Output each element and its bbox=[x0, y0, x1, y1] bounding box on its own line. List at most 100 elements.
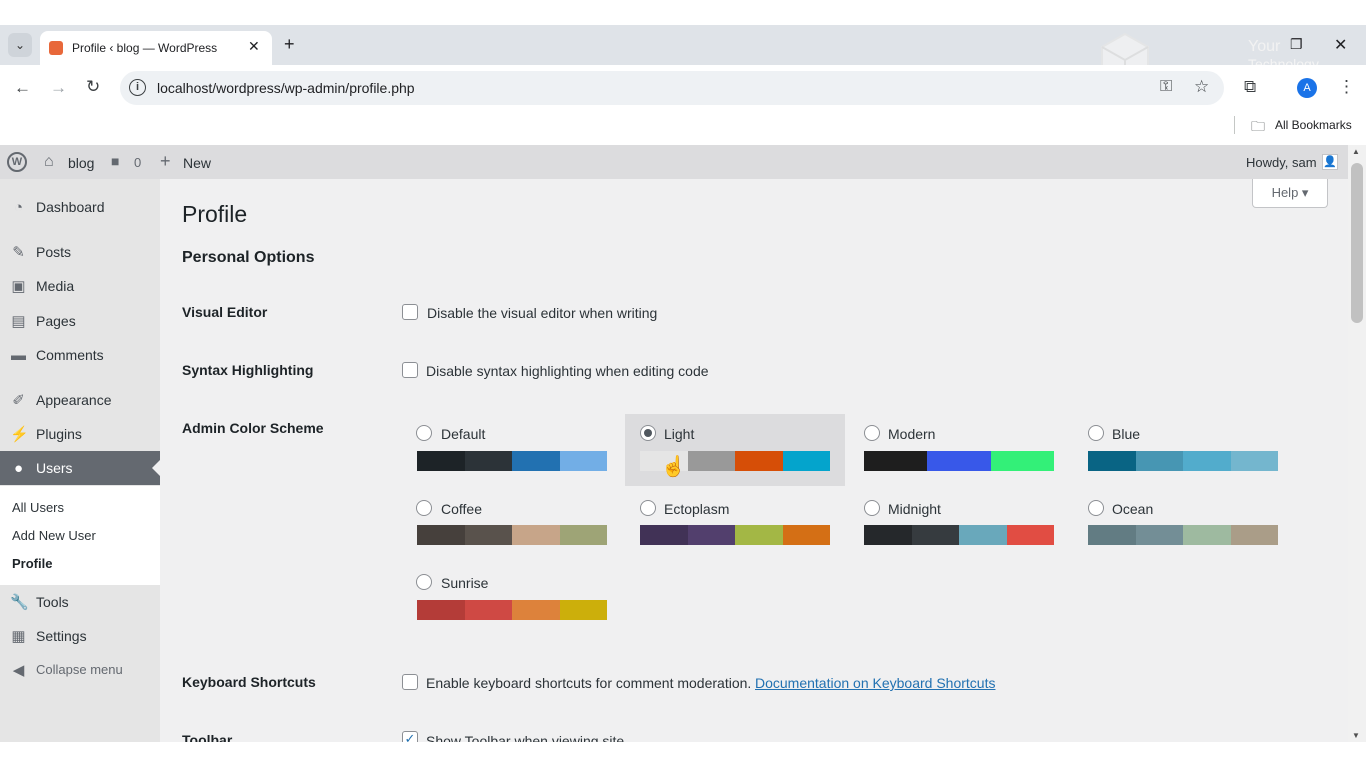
swatch bbox=[927, 451, 991, 471]
scheme-radio-coffee[interactable] bbox=[416, 500, 432, 516]
sidebar-item-label: Media bbox=[36, 278, 75, 294]
sidebar-item-media[interactable]: ▣ Media bbox=[0, 269, 160, 303]
sidebar-item-label: Users bbox=[36, 460, 73, 476]
site-name-link[interactable]: blog bbox=[68, 155, 94, 171]
window-top-strip bbox=[0, 0, 1366, 25]
swatch bbox=[559, 451, 607, 471]
scheme-radio-modern[interactable] bbox=[864, 425, 880, 441]
scheme-radio-default[interactable] bbox=[416, 425, 432, 441]
scheme-swatches-coffee[interactable] bbox=[417, 525, 607, 545]
keyboard-shortcuts-checkbox[interactable] bbox=[402, 674, 418, 690]
sidebar-item-label: Pages bbox=[36, 313, 76, 329]
scheme-name-light[interactable]: Light bbox=[664, 426, 694, 442]
sidebar-item-posts[interactable]: ✎ Posts bbox=[0, 235, 160, 269]
new-tab-button[interactable]: + bbox=[284, 34, 295, 55]
password-key-icon[interactable]: ⚿ bbox=[1160, 78, 1172, 96]
scheme-swatches-ocean[interactable] bbox=[1088, 525, 1278, 545]
tab-profile[interactable]: Profile ‹ blog — WordPress ✕ bbox=[40, 31, 272, 65]
scheme-swatches-default[interactable] bbox=[417, 451, 607, 471]
extensions-icon[interactable]: ⧉ bbox=[1244, 77, 1256, 97]
sidebar-item-appearance[interactable]: ✐ Appearance bbox=[0, 383, 160, 417]
scheme-name-sunrise[interactable]: Sunrise bbox=[441, 575, 488, 591]
scheme-radio-sunrise[interactable] bbox=[416, 574, 432, 590]
sidebar-item-plugins[interactable]: ⚡ Plugins bbox=[0, 417, 160, 451]
visual-editor-text[interactable]: Disable the visual editor when writing bbox=[427, 305, 657, 321]
address-bar[interactable]: i localhost/wordpress/wp-admin/profile.p… bbox=[120, 71, 1224, 105]
site-info-icon[interactable]: i bbox=[129, 79, 146, 96]
swatch bbox=[559, 525, 607, 545]
close-window-icon[interactable]: ✕ bbox=[1334, 35, 1347, 55]
keyboard-shortcuts-text[interactable]: Enable keyboard shortcuts for comment mo… bbox=[426, 675, 751, 691]
syntax-highlighting-checkbox[interactable] bbox=[402, 362, 418, 378]
wordpress-logo-icon[interactable]: W bbox=[7, 152, 27, 172]
scheme-name-modern[interactable]: Modern bbox=[888, 426, 935, 442]
scheme-radio-blue[interactable] bbox=[1088, 425, 1104, 441]
swatch bbox=[559, 600, 607, 620]
selected-scheme-highlight bbox=[625, 414, 845, 486]
reload-icon[interactable]: ↻ bbox=[86, 77, 100, 97]
home-icon[interactable]: ⌂ bbox=[44, 153, 54, 171]
scheme-name-ocean[interactable]: Ocean bbox=[1112, 501, 1153, 517]
comments-bubble-icon[interactable]: ■ bbox=[111, 153, 119, 169]
help-button[interactable]: Help ▾ bbox=[1252, 179, 1328, 208]
browser-menu-icon[interactable]: ⋮ bbox=[1338, 77, 1355, 97]
scheme-radio-ocean[interactable] bbox=[1088, 500, 1104, 516]
sidebar-item-label: Settings bbox=[36, 628, 87, 644]
submenu-add-new-user[interactable]: Add New User bbox=[12, 528, 96, 543]
back-icon[interactable]: ← bbox=[14, 78, 31, 98]
scheme-name-ectoplasm[interactable]: Ectoplasm bbox=[664, 501, 729, 517]
visual-editor-checkbox[interactable] bbox=[402, 304, 418, 320]
sidebar-item-comments[interactable]: ▬ Comments bbox=[0, 338, 160, 372]
scheme-swatches-ectoplasm[interactable] bbox=[640, 525, 830, 545]
scheme-radio-ectoplasm[interactable] bbox=[640, 500, 656, 516]
swatch bbox=[782, 525, 830, 545]
sidebar-item-users[interactable]: ● Users bbox=[0, 451, 160, 485]
new-content-link[interactable]: New bbox=[183, 155, 211, 171]
swatch bbox=[640, 525, 688, 545]
user-avatar[interactable]: 👤 bbox=[1322, 154, 1338, 170]
swatch bbox=[464, 600, 512, 620]
scroll-up-icon[interactable]: ▲ bbox=[1352, 147, 1360, 156]
scheme-name-coffee[interactable]: Coffee bbox=[441, 501, 482, 517]
keyboard-shortcuts-doc-link[interactable]: Documentation on Keyboard Shortcuts bbox=[755, 675, 995, 691]
syntax-highlighting-text[interactable]: Disable syntax highlighting when editing… bbox=[426, 363, 709, 379]
comments-count[interactable]: 0 bbox=[134, 155, 141, 170]
scheme-swatches-midnight[interactable] bbox=[864, 525, 1054, 545]
tab-close-icon[interactable]: ✕ bbox=[248, 38, 260, 55]
settings-icon: ▦ bbox=[11, 628, 26, 645]
swatch bbox=[990, 451, 1054, 471]
scheme-name-midnight[interactable]: Midnight bbox=[888, 501, 941, 517]
howdy-user-link[interactable]: Howdy, sam bbox=[1246, 155, 1317, 170]
sidebar-collapse-menu[interactable]: ◀ Collapse menu bbox=[0, 653, 160, 687]
submenu-profile[interactable]: Profile bbox=[12, 556, 52, 571]
swatch bbox=[512, 525, 560, 545]
scheme-name-default[interactable]: Default bbox=[441, 426, 485, 442]
sidebar-item-pages[interactable]: ▤ Pages bbox=[0, 304, 160, 338]
sidebar-item-settings[interactable]: ▦ Settings bbox=[0, 619, 160, 653]
url-text[interactable]: localhost/wordpress/wp-admin/profile.php bbox=[157, 80, 415, 96]
forward-icon[interactable]: → bbox=[50, 78, 67, 98]
all-bookmarks-link[interactable]: All Bookmarks bbox=[1275, 118, 1352, 132]
scheme-swatches-blue[interactable] bbox=[1088, 451, 1278, 471]
scheme-radio-midnight[interactable] bbox=[864, 500, 880, 516]
scheme-swatches-modern[interactable] bbox=[864, 451, 1054, 471]
sidebar-item-tools[interactable]: 🔧 Tools bbox=[0, 585, 160, 619]
pin-icon: ✎ bbox=[12, 244, 25, 261]
scheme-swatches-sunrise[interactable] bbox=[417, 600, 607, 620]
pages-icon: ▤ bbox=[11, 313, 26, 330]
submenu-all-users[interactable]: All Users bbox=[12, 500, 64, 515]
plus-icon[interactable]: + bbox=[160, 151, 171, 172]
profile-avatar[interactable]: A bbox=[1297, 78, 1317, 98]
scroll-down-icon[interactable]: ▼ bbox=[1352, 731, 1360, 740]
tab-search-button[interactable]: ⌄ bbox=[8, 33, 32, 57]
swatch bbox=[1183, 451, 1231, 471]
swatch bbox=[1183, 525, 1231, 545]
scrollbar-thumb[interactable] bbox=[1351, 163, 1363, 323]
scheme-radio-light[interactable] bbox=[640, 425, 656, 441]
restore-window-icon[interactable]: ❐ bbox=[1290, 36, 1303, 53]
swatch bbox=[464, 451, 512, 471]
bookmark-star-icon[interactable]: ☆ bbox=[1194, 77, 1209, 97]
sidebar-item-dashboard[interactable]: ◔ Dashboard bbox=[0, 190, 160, 224]
wrench-icon: 🔧 bbox=[10, 594, 29, 611]
scheme-name-blue[interactable]: Blue bbox=[1112, 426, 1140, 442]
